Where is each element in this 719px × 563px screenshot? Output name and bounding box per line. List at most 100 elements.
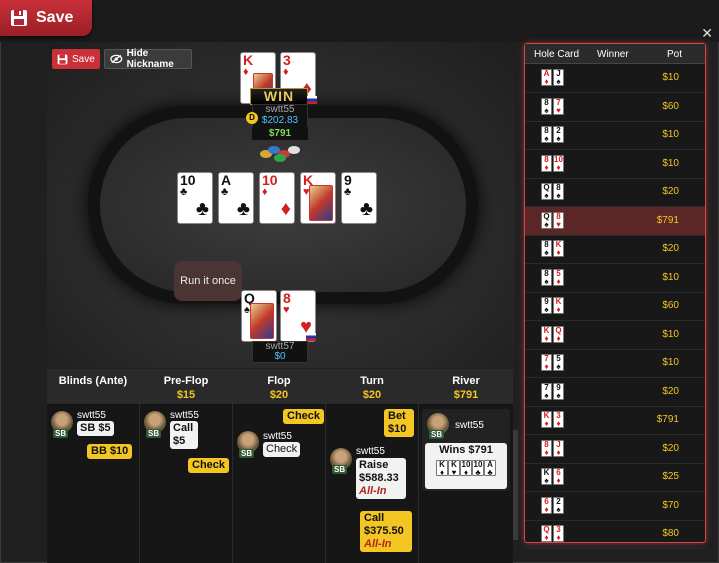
hole-cards: 8 ♦ 10 ♦ — [541, 154, 565, 173]
action-label: Call $375.50 All-In — [360, 511, 412, 552]
scrollbar[interactable] — [513, 430, 518, 540]
card-suit: ♣ — [180, 186, 188, 198]
street-name: Turn — [360, 375, 384, 387]
street-name: River — [452, 375, 480, 387]
card-suit: ♦ — [556, 276, 561, 286]
hole-card: 10 ♦ — [553, 154, 564, 172]
action-verb: Call — [173, 422, 194, 434]
hole-card: 6 ♦ — [541, 496, 552, 514]
street-amount: $15 — [176, 389, 196, 401]
hole-card: K ♠ — [541, 468, 552, 485]
card-suit: ♦ — [544, 447, 549, 457]
card-suit: ♦ — [283, 66, 289, 78]
row-pot: $20 — [662, 243, 679, 254]
street-name: Pre-Flop — [163, 375, 209, 387]
hole-card: 3 ♦ — [553, 411, 564, 428]
card-suit: ♠ — [544, 276, 549, 286]
card-suit: ♠ — [544, 191, 549, 200]
history-row[interactable]: 8 ♠ K ♦ $20 — [525, 235, 705, 264]
row-pot: $60 — [662, 100, 679, 112]
mini-card: K ♦ — [436, 460, 448, 477]
street-flop: Flop $20 Check SB swtt55 Check — [233, 369, 326, 563]
row-pot: $10 — [662, 157, 679, 169]
hole-cards: 8 ♠ 5 ♦ — [541, 268, 565, 287]
save-button[interactable]: Save — [52, 49, 100, 69]
history-row[interactable]: 8 ♠ 5 ♦ $10 — [525, 264, 705, 293]
hole-card: K ♦ — [541, 325, 552, 343]
all-in-label: All-In — [364, 538, 392, 550]
card-suit: ♠ — [544, 219, 549, 229]
hole-card: 5 ♠ — [553, 354, 564, 371]
hole-card: 8 ♠ — [541, 97, 552, 115]
hole-card: 7 ♠ — [541, 382, 552, 400]
hole-card: Q ♠ — [541, 211, 552, 229]
history-row[interactable]: Q ♠ 8 ♥ $791 — [525, 206, 705, 236]
action-label: Bet $10 — [384, 409, 414, 437]
card-suit: ♠ — [244, 304, 250, 316]
board-card-5: 9 ♣ ♣ — [341, 172, 377, 224]
history-row[interactable]: A ♦ J ♠ $10 — [525, 64, 705, 93]
top-bar — [0, 0, 719, 42]
card-suit-large: ♦ — [280, 198, 291, 220]
board-card-4: K ♥ — [300, 172, 336, 224]
bottom-player-card-1: Q ♠ — [241, 290, 277, 342]
history-row[interactable]: 9 ♠ K ♦ $60 — [525, 292, 705, 321]
save-tab[interactable]: Save — [0, 0, 92, 36]
header-winner: Winner — [597, 49, 629, 60]
card-suit-large: ♣ — [359, 198, 373, 220]
history-row[interactable]: Q ♠ 8 ♠ $20 — [525, 178, 705, 207]
flag-icon — [306, 333, 316, 341]
hide-nickname-button[interactable]: Hide Nickname — [104, 48, 192, 70]
history-row[interactable]: 8 ♦ J ♦ $20 — [525, 435, 705, 464]
history-row[interactable]: K ♠ 6 ♦ $25 — [525, 463, 705, 492]
history-row[interactable]: 7 ♦ 5 ♠ $10 — [525, 349, 705, 378]
king-face-icon — [309, 185, 333, 221]
row-pot: $10 — [662, 357, 679, 368]
action-amount: $375.50 — [364, 525, 404, 537]
hole-card: 8 ♦ — [541, 154, 552, 172]
wins-label: Wins $791 — [439, 444, 493, 456]
card-suit: ♦ — [556, 248, 561, 257]
history-row[interactable]: 8 ♠ 2 ♠ $10 — [525, 121, 705, 150]
row-pot: $791 — [656, 214, 679, 226]
card-suit: ♦ — [544, 533, 549, 542]
row-pot: $10 — [662, 328, 679, 340]
history-row[interactable]: 7 ♠ 9 ♠ $20 — [525, 378, 705, 407]
player-name: swtt55 — [77, 410, 106, 421]
top-player-stack: $202.83 — [261, 115, 299, 126]
card-suit: ♣ — [221, 186, 229, 198]
flag-icon — [307, 96, 317, 104]
hole-card: A ♦ — [541, 69, 552, 86]
history-row[interactable]: K ♦ Q ♦ $10 — [525, 321, 705, 350]
hand-history-panel: Hole Card Winner Pot A ♦ J ♠ $10 8 ♠ 7 ♥ $60 8 ♠ 2 ♠ $… — [524, 43, 706, 549]
board-card-2: A ♣ ♣ — [218, 172, 254, 224]
history-row[interactable]: 6 ♦ 2 ♠ $70 — [525, 492, 705, 521]
hole-cards: Q ♠ 8 ♠ — [541, 183, 565, 201]
hole-card: Q ♠ — [541, 183, 552, 200]
hole-card: 8 ♥ — [553, 211, 564, 229]
card-suit-large: ♣ — [195, 198, 209, 220]
hole-cards: 8 ♦ J ♦ — [541, 439, 565, 458]
street-blinds: Blinds (Ante) SB swtt55 SB $5 BB $10 — [47, 369, 140, 563]
hole-cards: 8 ♠ 7 ♥ — [541, 97, 565, 116]
card-suit: ♦ — [544, 162, 549, 172]
card-suit: ♠ — [544, 305, 549, 314]
row-pot: $80 — [662, 528, 679, 539]
street-river: River $791 SB swtt55 Wins $791 K ♦K ♥10 ♦10 ♣… — [419, 369, 513, 563]
action-label: BB $10 — [87, 444, 133, 459]
close-icon[interactable]: ✕ — [701, 25, 713, 42]
card-suit: ♦ — [544, 419, 549, 428]
sb-badge: SB — [239, 449, 255, 458]
row-pot: $20 — [662, 442, 679, 454]
hole-card: K ♦ — [541, 411, 552, 428]
hole-card: 8 ♠ — [553, 183, 564, 200]
card-suit: ♦ — [556, 305, 561, 314]
floppy-disk-icon — [11, 10, 27, 26]
history-row[interactable]: 8 ♦ 10 ♦ $10 — [525, 150, 705, 179]
mini-card: K ♥ — [448, 460, 460, 477]
save-button-label: Save — [72, 53, 95, 65]
history-row[interactable]: Q ♦ 3 ♦ $80 — [525, 520, 705, 549]
board-card-3: 10 ♦ ♦ — [259, 172, 295, 224]
history-row[interactable]: 8 ♠ 7 ♥ $60 — [525, 93, 705, 122]
history-row[interactable]: K ♦ 3 ♦ $791 — [525, 406, 705, 435]
